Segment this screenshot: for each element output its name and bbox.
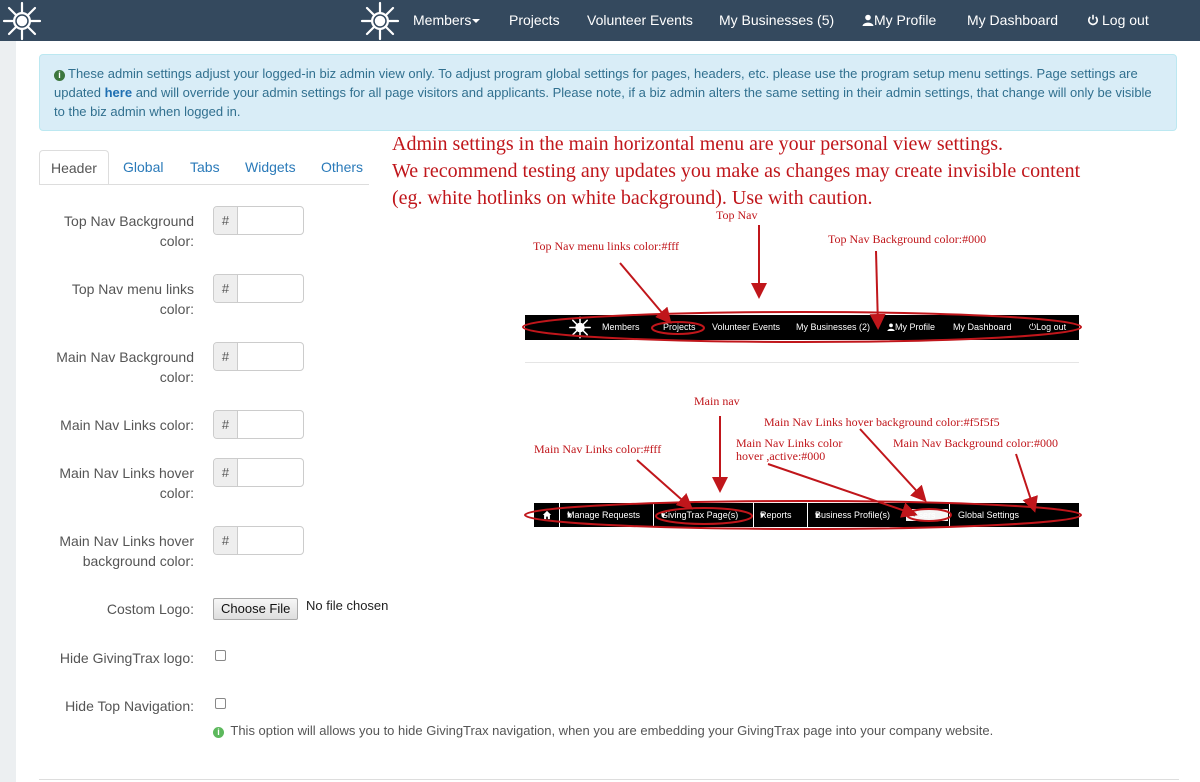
hover-item-ellipse <box>906 508 952 522</box>
user-icon <box>862 14 874 26</box>
nav-members[interactable]: Members <box>413 0 481 41</box>
power-icon <box>1088 14 1098 26</box>
top-nav-bg-arrow <box>869 250 886 330</box>
main-nav-links-arrow <box>636 459 693 510</box>
content-panel: i These admin settings adjust your logged… <box>16 41 1200 782</box>
main-nav-ellipse <box>524 500 1082 530</box>
givingtrax-logo-icon[interactable] <box>2 1 42 41</box>
main-nav-hover-arrow <box>767 463 918 518</box>
nav-my-businesses[interactable]: My Businesses (5) <box>719 0 834 41</box>
main-nav-hover-bg-arrow <box>859 428 927 502</box>
nav-log-out[interactable]: Log out <box>1087 0 1149 41</box>
nav-volunteer-events[interactable]: Volunteer Events <box>587 0 693 41</box>
nav-my-dashboard[interactable]: My Dashboard <box>967 0 1058 41</box>
top-nav-links-arrow <box>619 262 672 325</box>
projects-ellipse <box>651 321 705 335</box>
nav-my-profile[interactable]: My Profile <box>862 0 936 41</box>
nav-members-label: Members <box>413 12 472 28</box>
top-navbar: Members Projects Volunteer Events My Bus… <box>0 0 1200 41</box>
pages-ellipse <box>655 507 753 525</box>
main-nav-bg-arrow <box>1015 453 1038 513</box>
givingtrax-center-logo-icon[interactable] <box>360 1 400 41</box>
caret-down-icon <box>472 19 481 24</box>
nav-projects[interactable]: Projects <box>509 0 560 41</box>
annotation-overlay <box>522 225 1082 530</box>
nav-log-out-label: Log out <box>1102 12 1149 28</box>
top-nav-ellipse <box>522 311 1082 343</box>
nav-my-profile-label: My Profile <box>874 12 937 28</box>
